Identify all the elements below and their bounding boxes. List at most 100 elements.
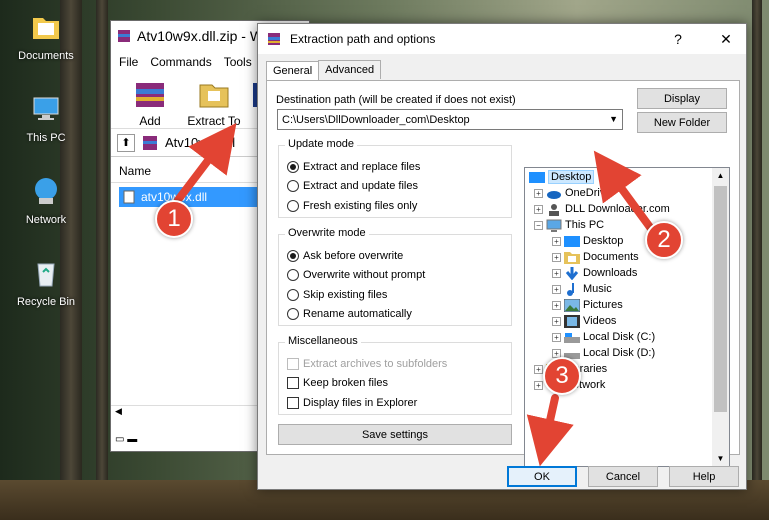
extract-to-button[interactable]: Extract To	[187, 73, 241, 128]
option-label: Extract and update files	[303, 180, 418, 192]
desktop-icon-this-pc[interactable]: This PC	[8, 92, 84, 144]
folder-tree[interactable]: Desktop + OneDrive + DLL Downloader.com − T…	[524, 167, 730, 467]
tree-item-videos[interactable]: + Videos	[552, 313, 616, 329]
documents-icon	[564, 251, 580, 264]
tree-item-dll-downloader[interactable]: + DLL Downloader.com	[534, 201, 670, 217]
cancel-button[interactable]: Cancel	[588, 466, 658, 487]
expand-icon[interactable]: +	[552, 252, 561, 262]
tree-item-desktop[interactable]: + Desktop	[552, 233, 623, 249]
option-label: Display files in Explorer	[303, 397, 418, 409]
expand-icon[interactable]: +	[552, 300, 561, 310]
tree-item-desktop-root[interactable]: Desktop	[529, 169, 595, 185]
display-button[interactable]: Display	[637, 88, 727, 109]
update-option-fresh[interactable]: Fresh existing files only	[287, 200, 417, 212]
radio-button[interactable]	[287, 308, 299, 320]
add-button[interactable]: Add	[123, 73, 177, 128]
dialog-titlebar[interactable]: Extraction path and options ? ✕	[258, 24, 746, 54]
scroll-up-icon[interactable]: ▲	[712, 168, 729, 180]
new-folder-button[interactable]: New Folder	[637, 112, 727, 133]
desktop-folder-icon	[564, 235, 580, 247]
expand-icon[interactable]: +	[552, 316, 561, 326]
expand-icon[interactable]: +	[552, 268, 561, 278]
tree-item-documents[interactable]: + Documents	[552, 249, 639, 265]
expand-icon[interactable]: +	[552, 332, 561, 342]
desktop-icon-recycle-bin[interactable]: Recycle Bin	[8, 256, 84, 308]
tab-general[interactable]: General	[266, 61, 320, 80]
update-mode-group: Update mode Extract and replace files Ex…	[278, 138, 512, 218]
misc-option-subfolders: Extract archives to subfolders	[287, 358, 447, 370]
tree-label: Music	[583, 283, 612, 295]
update-option-replace[interactable]: Extract and replace files	[287, 161, 420, 173]
radio-button[interactable]	[287, 180, 299, 192]
close-button[interactable]: ✕	[706, 24, 746, 54]
annotation-step-1-badge: 1	[155, 200, 193, 238]
tree-item-pictures[interactable]: + Pictures	[552, 297, 623, 313]
expand-icon[interactable]: +	[534, 364, 543, 374]
tree-item-music[interactable]: + Music	[552, 281, 612, 297]
menu-file[interactable]: File	[119, 55, 138, 69]
desktop-icon-documents[interactable]: Documents	[8, 10, 84, 62]
pictures-icon	[564, 298, 580, 312]
videos-icon	[564, 314, 580, 328]
status-icons: ▭ ▬	[115, 434, 138, 445]
extract-folder-icon	[199, 84, 229, 108]
option-label: Extract archives to subfolders	[303, 358, 448, 370]
scroll-down-icon[interactable]: ▼	[712, 454, 729, 463]
dialog-title: Extraction path and options	[290, 32, 436, 46]
tree-label: Videos	[583, 315, 617, 327]
file-icon	[123, 190, 135, 204]
radio-button[interactable]	[287, 250, 299, 262]
tree-label: This PC	[565, 219, 605, 231]
scrollbar-thumb[interactable]	[714, 186, 727, 412]
download-arrow-icon	[565, 266, 579, 280]
checkbox[interactable]	[287, 397, 299, 409]
desktop-icon-label: Documents	[18, 50, 74, 62]
tree-scrollbar[interactable]: ▲ ▼	[712, 168, 729, 466]
option-label: Fresh existing files only	[303, 200, 418, 212]
tree-item-downloads[interactable]: + Downloads	[552, 265, 637, 281]
save-settings-button[interactable]: Save settings	[278, 424, 512, 445]
ok-button[interactable]: OK	[507, 466, 577, 487]
overwrite-option-without-prompt[interactable]: Overwrite without prompt	[287, 269, 425, 281]
radio-button[interactable]	[287, 161, 299, 173]
extract-to-label: Extract To	[187, 114, 241, 128]
option-label: Ask before overwrite	[303, 250, 404, 262]
expand-icon[interactable]: +	[552, 236, 561, 246]
help-title-button[interactable]: ?	[658, 24, 698, 54]
menu-tools[interactable]: Tools	[224, 55, 252, 69]
misc-option-display-explorer[interactable]: Display files in Explorer	[287, 397, 417, 409]
documents-folder-icon	[33, 18, 59, 39]
radio-button[interactable]	[287, 289, 299, 301]
expand-icon[interactable]: +	[534, 380, 543, 390]
general-panel: Destination path (will be created if doe…	[266, 80, 740, 467]
expand-icon[interactable]: +	[534, 204, 543, 214]
overwrite-option-rename[interactable]: Rename automatically	[287, 308, 412, 320]
tree-item-local-disk-c[interactable]: + Local Disk (C:)	[552, 329, 655, 345]
tab-advanced[interactable]: Advanced	[318, 60, 382, 79]
overwrite-mode-group: Overwrite mode Ask before overwrite Over…	[278, 227, 512, 326]
overwrite-option-ask[interactable]: Ask before overwrite	[287, 250, 403, 262]
desktop-icon-label: Network	[25, 214, 67, 226]
help-button[interactable]: Help	[669, 466, 739, 487]
update-option-update[interactable]: Extract and update files	[287, 180, 418, 192]
chevron-down-icon[interactable]: ▼	[609, 114, 618, 124]
misc-option-keep-broken[interactable]: Keep broken files	[287, 377, 388, 389]
recycle-bin-icon	[37, 263, 55, 287]
tree-label: Local Disk (D:)	[583, 347, 656, 359]
destination-path-combo[interactable]: C:\Users\DllDownloader_com\Desktop ▼	[277, 109, 623, 130]
desktop-icon-network[interactable]: Network	[8, 174, 84, 226]
expand-icon[interactable]: +	[552, 284, 561, 294]
checkbox[interactable]	[287, 377, 299, 389]
expand-icon[interactable]: +	[534, 188, 543, 198]
computer-icon	[546, 219, 562, 232]
menu-commands[interactable]: Commands	[150, 55, 211, 69]
tree-item-onedrive[interactable]: + OneDrive	[534, 185, 611, 201]
overwrite-option-skip[interactable]: Skip existing files	[287, 289, 387, 301]
up-folder-icon[interactable]: ⬆	[117, 133, 135, 152]
radio-button[interactable]	[287, 269, 299, 281]
radio-button[interactable]	[287, 200, 299, 212]
file-row[interactable]: atv10w9x.dll	[119, 187, 259, 207]
tree-item-this-pc[interactable]: − This PC	[534, 217, 604, 233]
desktop-folder-icon	[529, 171, 545, 183]
collapse-icon[interactable]: −	[534, 220, 543, 230]
